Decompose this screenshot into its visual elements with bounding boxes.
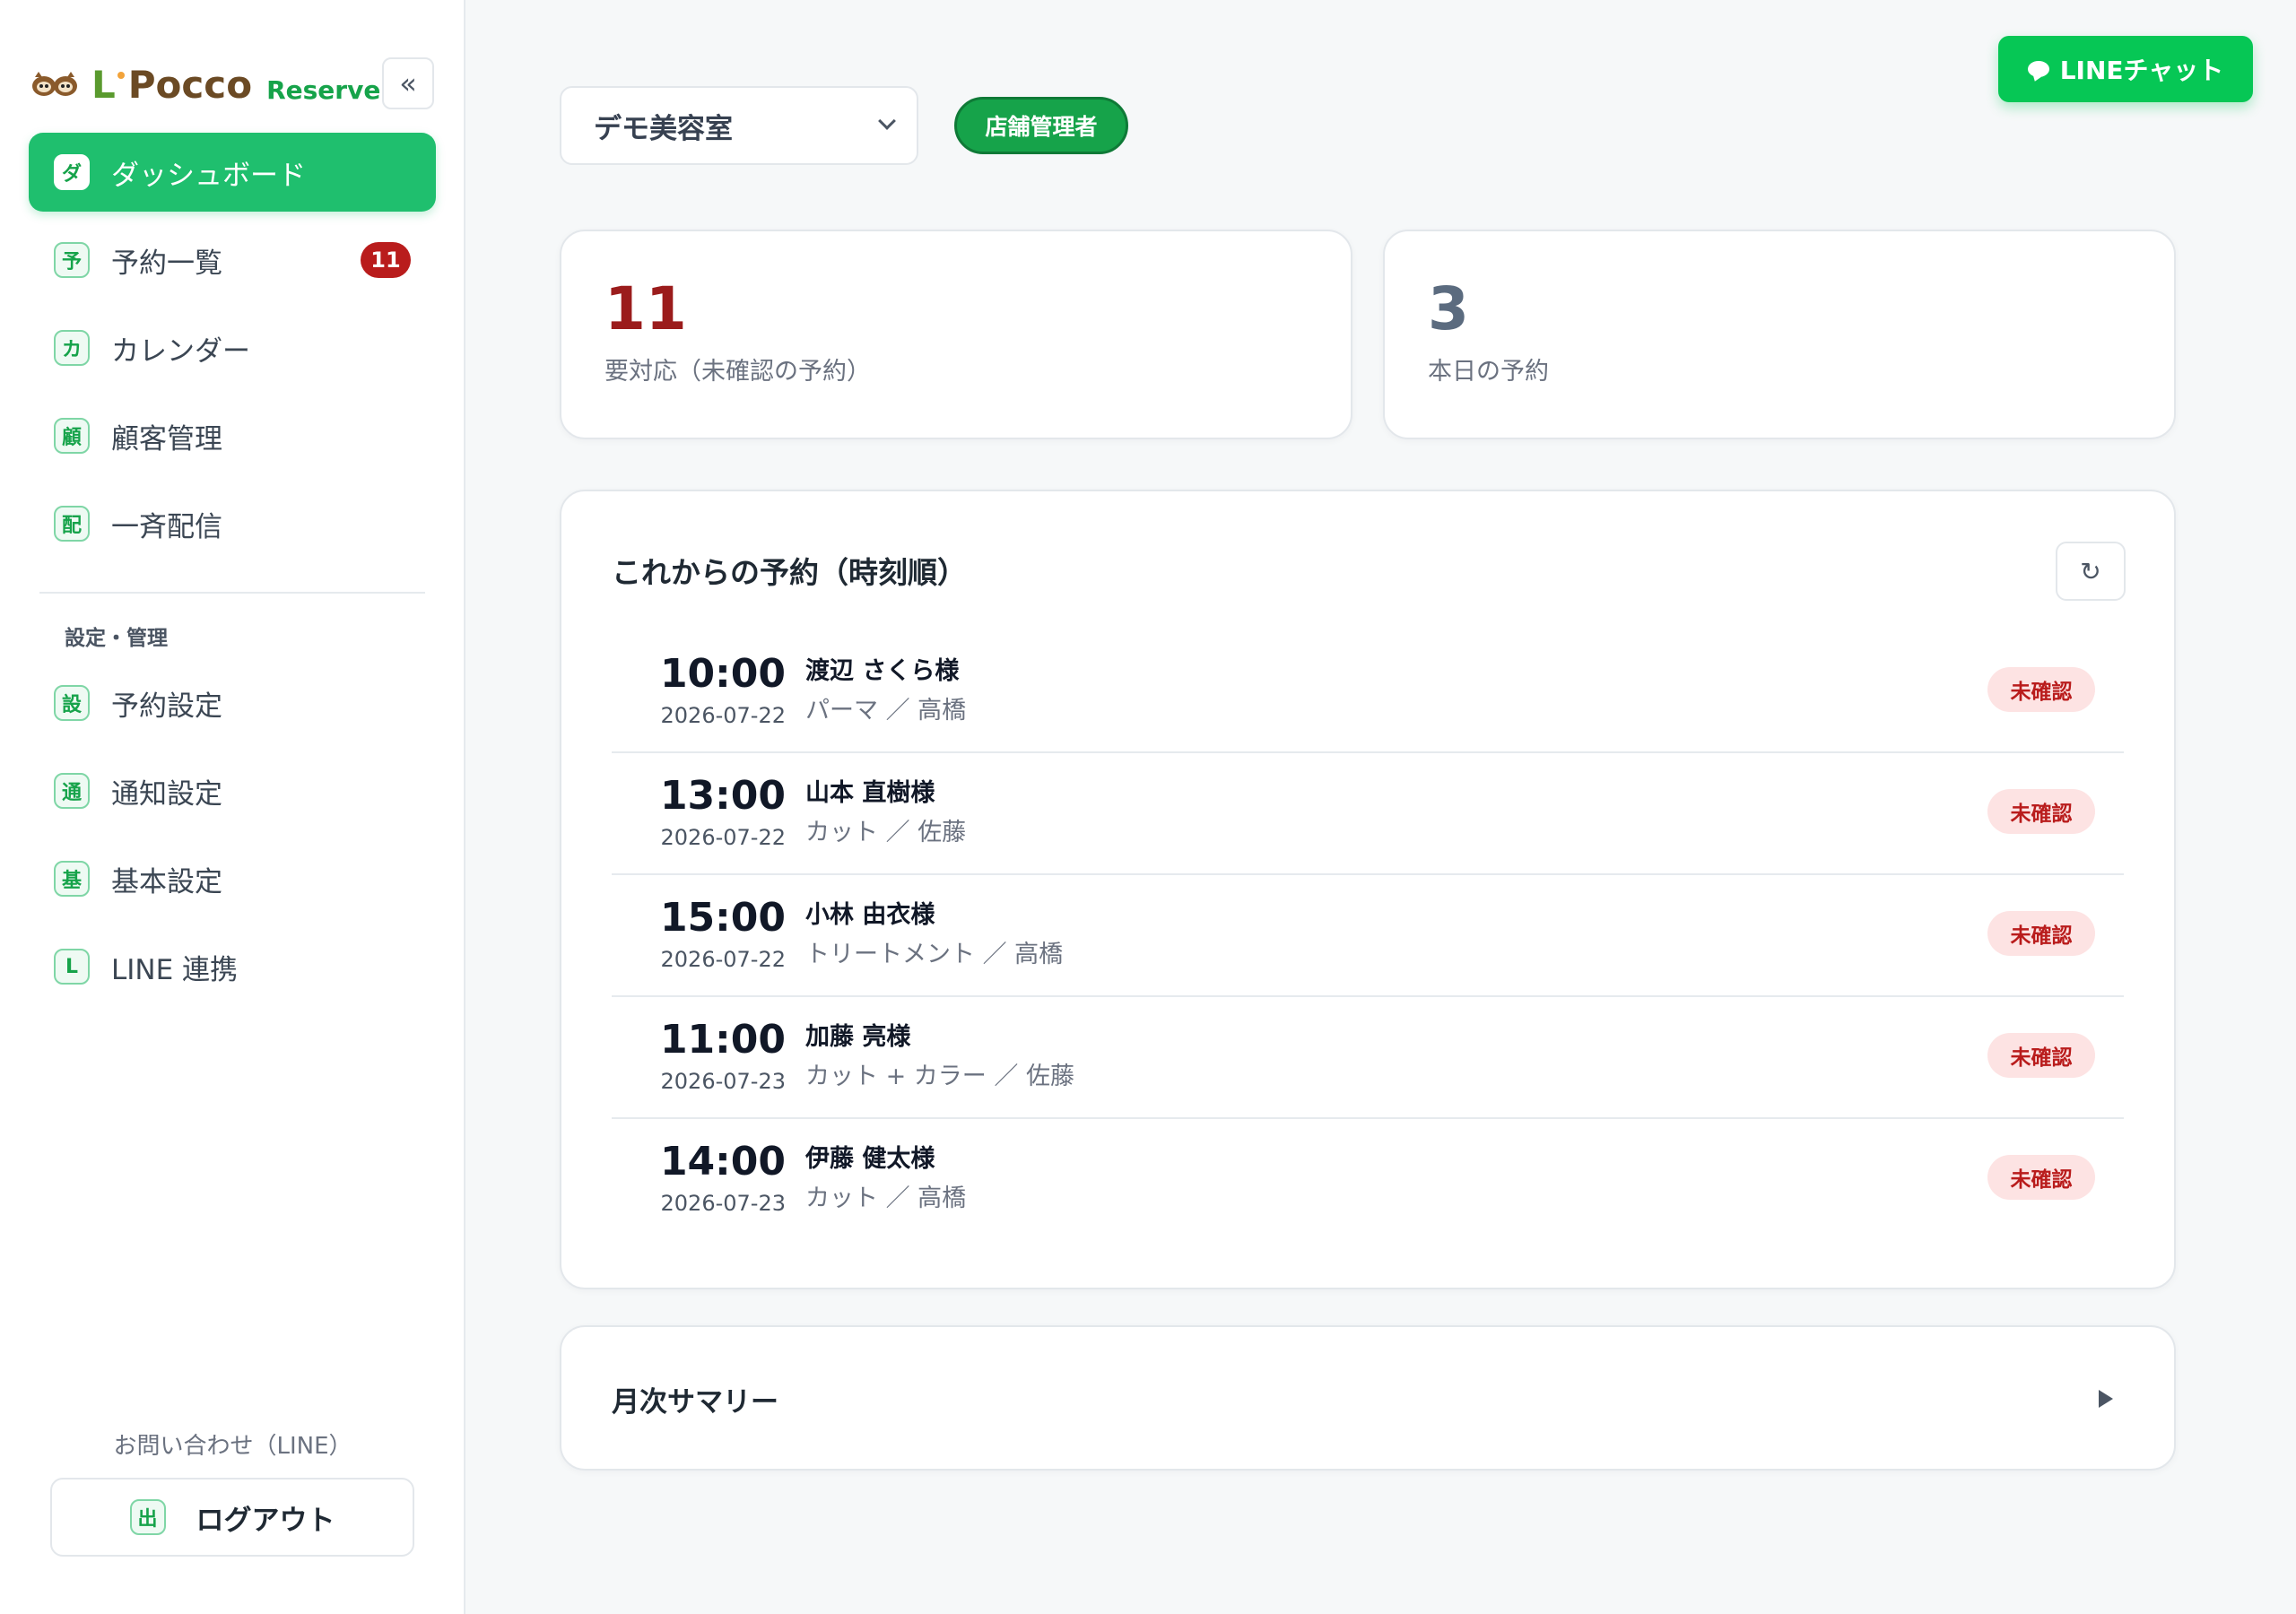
reservation-date: 2026-07-23 xyxy=(660,1069,786,1094)
brand-logo[interactable]: L Pocco Reserve xyxy=(30,57,380,111)
sidebar-item-calendar[interactable]: カ カレンダー xyxy=(29,308,436,387)
sidebar-item-label: 予約設定 xyxy=(111,690,222,723)
sidebar: L Pocco Reserve « ダ ダッシュボード 予 予約一覧 11 カ … xyxy=(0,0,465,1614)
stat-label: 本日の予約 xyxy=(1428,358,1549,386)
brand-name: Pocco xyxy=(127,62,253,107)
logout-icon: 出 xyxy=(129,1499,166,1535)
upcoming-reservations-card: これからの予約（時刻順） ↻ 10:00 2026-07-22 渡辺 さくら様 … xyxy=(560,490,2176,1289)
summary-title: 月次サマリー xyxy=(612,1386,778,1419)
sidebar-item-label: 一斉配信 xyxy=(111,510,222,543)
stat-card-pending[interactable]: 11 要対応（未確認の予約） xyxy=(560,230,1352,439)
brand-letter: L xyxy=(91,62,116,107)
sidebar-item-broadcast[interactable]: 配 一斉配信 xyxy=(29,484,436,563)
status-badge: 未確認 xyxy=(1987,667,2095,712)
reservation-row[interactable]: 10:00 2026-07-22 渡辺 さくら様 パーマ ／ 高橋 未確認 xyxy=(612,631,2124,753)
sidebar-item-label: LINE 連携 xyxy=(111,953,239,986)
sidebar-item-dashboard[interactable]: ダ ダッシュボード xyxy=(29,133,436,212)
reservation-row[interactable]: 13:00 2026-07-22 山本 直樹様 カット ／ 佐藤 未確認 xyxy=(612,753,2124,875)
reservation-time: 15:00 xyxy=(659,895,786,941)
sidebar-item-label: ダッシュボード xyxy=(111,159,306,192)
sidebar-item-reservations[interactable]: 予 予約一覧 11 xyxy=(29,221,436,299)
sidebar-divider xyxy=(39,592,425,594)
reservation-time: 14:00 xyxy=(659,1139,786,1184)
refresh-icon: ↻ xyxy=(2080,556,2101,586)
chevron-down-icon xyxy=(878,112,896,130)
reservation-time: 10:00 xyxy=(659,651,786,697)
stat-value: 11 xyxy=(604,274,687,343)
calendar-icon: カ xyxy=(54,330,90,366)
reservation-detail: カット ／ 高橋 xyxy=(805,1184,967,1212)
reservations-icon: 予 xyxy=(54,242,90,278)
stat-value: 3 xyxy=(1428,274,1469,343)
customer-name: 伊藤 健太様 xyxy=(805,1145,935,1173)
contact-line-link[interactable]: お問い合わせ（LINE） xyxy=(0,1427,465,1461)
shop-select[interactable]: デモ美容室 xyxy=(560,86,918,165)
sidebar-item-label: 基本設定 xyxy=(111,865,222,898)
role-badge: 店舗管理者 xyxy=(954,97,1128,154)
collapse-sidebar-button[interactable]: « xyxy=(382,57,434,109)
sidebar-item-label: カレンダー xyxy=(111,334,250,368)
reservation-detail: カット + カラー ／ 佐藤 xyxy=(805,1063,1074,1090)
reservation-date: 2026-07-22 xyxy=(660,703,786,728)
logout-label: ログアウト xyxy=(196,1504,335,1537)
settings-icon: 設 xyxy=(54,685,90,721)
reservation-detail: パーマ ／ 高橋 xyxy=(805,697,967,725)
chat-bubble-icon xyxy=(2027,61,2049,77)
sidebar-item-notification-settings[interactable]: 通 通知設定 xyxy=(29,751,436,830)
sidebar-item-customers[interactable]: 顧 顧客管理 xyxy=(29,396,436,475)
reservation-time: 13:00 xyxy=(659,773,786,819)
expand-arrow-icon xyxy=(2099,1390,2113,1408)
reservation-detail: カット ／ 佐藤 xyxy=(805,819,967,846)
customer-name: 加藤 亮様 xyxy=(805,1023,911,1051)
status-badge: 未確認 xyxy=(1987,1033,2095,1078)
section-title: これからの予約（時刻順） xyxy=(612,555,967,590)
sidebar-item-label: 顧客管理 xyxy=(111,422,222,456)
unconfirmed-count-badge: 11 xyxy=(361,242,411,278)
line-chat-button[interactable]: LINEチャット xyxy=(1998,36,2253,102)
basic-settings-icon: 基 xyxy=(54,861,90,897)
sidebar-item-basic-settings[interactable]: 基 基本設定 xyxy=(29,839,436,918)
reservation-row[interactable]: 14:00 2026-07-23 伊藤 健太様 カット ／ 高橋 未確認 xyxy=(612,1119,2124,1241)
reservation-time: 11:00 xyxy=(659,1017,786,1063)
monthly-summary-card[interactable]: 月次サマリー xyxy=(560,1325,2176,1471)
logout-button[interactable]: 出 ログアウト xyxy=(50,1478,414,1557)
shop-select-value: デモ美容室 xyxy=(594,112,733,145)
customer-name: 山本 直樹様 xyxy=(805,779,935,807)
sidebar-item-line-integration[interactable]: L LINE 連携 xyxy=(29,927,436,1006)
stat-label: 要対応（未確認の予約） xyxy=(604,358,871,386)
mascot-icon xyxy=(32,72,77,96)
status-badge: 未確認 xyxy=(1987,911,2095,956)
sidebar-item-reservation-settings[interactable]: 設 予約設定 xyxy=(29,664,436,742)
brand-product: Reserve xyxy=(266,74,381,105)
sidebar-item-label: 予約一覧 xyxy=(111,247,222,280)
status-badge: 未確認 xyxy=(1987,789,2095,834)
customer-name: 小林 由衣様 xyxy=(805,901,935,929)
reservation-detail: トリートメント ／ 高橋 xyxy=(805,941,1064,968)
broadcast-icon: 配 xyxy=(54,506,90,542)
dashboard-icon: ダ xyxy=(54,154,90,190)
double-chevron-left-icon: « xyxy=(399,66,417,100)
brand-dot xyxy=(117,72,125,79)
customers-icon: 顧 xyxy=(54,418,90,454)
sidebar-item-label: 通知設定 xyxy=(111,777,222,811)
line-icon: L xyxy=(54,949,90,985)
reservation-date: 2026-07-23 xyxy=(660,1191,786,1216)
refresh-button[interactable]: ↻ xyxy=(2056,542,2126,601)
reservation-row[interactable]: 11:00 2026-07-23 加藤 亮様 カット + カラー ／ 佐藤 未確… xyxy=(612,997,2124,1119)
line-chat-label: LINEチャット xyxy=(2059,56,2224,85)
reservation-date: 2026-07-22 xyxy=(660,825,786,850)
customer-name: 渡辺 さくら様 xyxy=(805,657,960,685)
sidebar-section-label: 設定・管理 xyxy=(65,627,168,650)
status-badge: 未確認 xyxy=(1987,1155,2095,1200)
notification-icon: 通 xyxy=(54,773,90,809)
reservation-date: 2026-07-22 xyxy=(660,947,786,972)
stat-card-today[interactable]: 3 本日の予約 xyxy=(1383,230,2176,439)
reservation-row[interactable]: 15:00 2026-07-22 小林 由衣様 トリートメント ／ 高橋 未確認 xyxy=(612,875,2124,997)
